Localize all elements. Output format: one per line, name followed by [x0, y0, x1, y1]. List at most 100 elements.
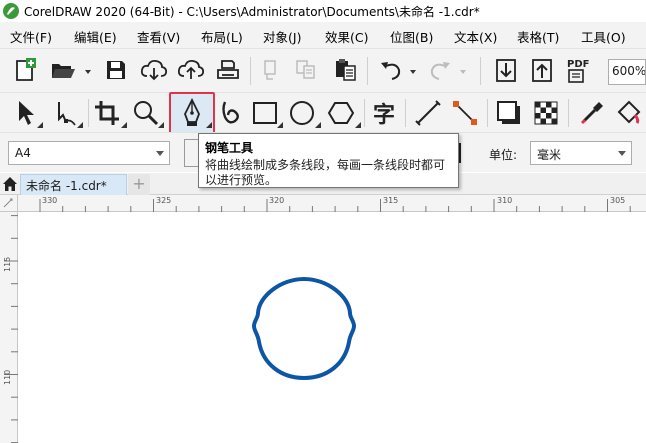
- ellipse-tool-button[interactable]: [287, 98, 317, 128]
- menu-file[interactable]: 文件(F): [10, 27, 52, 46]
- redo-icon: [430, 62, 450, 80]
- menu-layout[interactable]: 布局(L): [201, 27, 243, 46]
- text-tool-icon: 字: [372, 103, 395, 128]
- page-size-value: A4: [15, 146, 31, 160]
- text-tool-button[interactable]: 字: [369, 98, 399, 128]
- print-button[interactable]: [213, 55, 243, 85]
- horizontal-ruler-ticks: [39, 199, 631, 212]
- hexagon-icon: [327, 102, 355, 124]
- tooltip-body: 将曲线绘制成多条线段，每画一条线段时都可以进行预览。: [205, 158, 446, 187]
- copy-button[interactable]: [291, 55, 321, 85]
- cut-button[interactable]: [255, 55, 285, 85]
- parallel-dimension-tool-button[interactable]: [413, 98, 443, 128]
- menu-effects[interactable]: 效果(C): [325, 27, 368, 46]
- pen-nib-icon: [184, 98, 200, 126]
- cut-icon: [264, 60, 276, 80]
- ruler-tick-label: 320: [269, 196, 285, 205]
- menu-tools[interactable]: 工具(O): [581, 27, 626, 46]
- home-icon: [3, 177, 17, 191]
- new-document-button[interactable]: [10, 55, 40, 85]
- ruler-tick-label: 325: [156, 196, 172, 205]
- drawn-head-outline-shape[interactable]: [251, 276, 357, 381]
- import-button[interactable]: [491, 55, 521, 85]
- export-button[interactable]: [527, 55, 557, 85]
- toolbox-separator: [405, 99, 406, 127]
- open-dropdown-arrow-icon[interactable]: [84, 68, 92, 76]
- eyedropper-tool-button[interactable]: [577, 98, 607, 128]
- redo-button[interactable]: [425, 55, 455, 85]
- units-select[interactable]: 毫米: [530, 141, 632, 165]
- drawing-canvas[interactable]: [19, 212, 646, 443]
- undo-icon: [381, 62, 401, 80]
- fill-bucket-icon: [617, 100, 641, 124]
- pen-tool-flyout-icon: [206, 122, 212, 128]
- transparency-tool-button[interactable]: [531, 98, 561, 128]
- pick-arrow-icon: [19, 101, 34, 125]
- connector-tool-button[interactable]: [450, 98, 480, 128]
- toolbox-separator: [487, 99, 488, 127]
- shape-tool-flyout-icon: [77, 122, 83, 128]
- pen-tool-button[interactable]: [177, 98, 207, 128]
- dimension-line-icon: [415, 100, 441, 126]
- title-bar: CorelDRAW 2020 (64-Bit) - C:\Users\Admin…: [0, 0, 646, 22]
- units-label: 单位:: [489, 148, 518, 162]
- ruler-tick-label: 315: [383, 196, 399, 205]
- ruler-tick-label: 305: [610, 196, 626, 205]
- vertical-ruler[interactable]: 115 110: [0, 212, 18, 443]
- print-icon: [217, 60, 239, 79]
- undo-dropdown-arrow-icon[interactable]: [409, 68, 417, 76]
- artistic-media-tool-button[interactable]: [217, 98, 247, 128]
- drop-shadow-tool-button[interactable]: [494, 98, 524, 128]
- standard-toolbar: PDF 600%: [0, 48, 646, 92]
- menu-object[interactable]: 对象(J): [263, 27, 301, 46]
- interactive-fill-tool-button[interactable]: [614, 98, 644, 128]
- crop-tool-flyout-icon: [121, 122, 127, 128]
- open-folder-icon: [52, 64, 75, 78]
- menu-view[interactable]: 查看(V): [137, 27, 180, 46]
- drop-shadow-icon: [497, 101, 520, 124]
- menu-text[interactable]: 文本(X): [454, 27, 497, 46]
- page-size-select[interactable]: A4: [8, 141, 170, 165]
- toolbox-separator: [88, 99, 89, 127]
- document-tab-active[interactable]: 未命名 -1.cdr*: [20, 174, 127, 195]
- crop-icon: [95, 101, 119, 125]
- open-button[interactable]: [48, 55, 78, 85]
- paste-icon: [336, 59, 356, 81]
- toolbar-separator: [367, 57, 368, 85]
- rectangle-tool-flyout-icon: [277, 122, 283, 128]
- ruler-origin-icon: [3, 198, 13, 208]
- pick-tool-flyout-icon: [37, 122, 43, 128]
- coreldraw-app-icon: [3, 3, 19, 19]
- page-orientation-icon[interactable]: [184, 139, 198, 167]
- eyedropper-icon: [580, 102, 603, 125]
- copy-icon: [296, 60, 315, 79]
- pdf-icon: PDF: [567, 59, 589, 83]
- add-document-tab-button[interactable]: +: [128, 174, 150, 195]
- zoom-level-input[interactable]: 600%: [608, 59, 646, 85]
- undo-button[interactable]: [376, 55, 406, 85]
- paste-button[interactable]: [331, 55, 361, 85]
- tooltip-title: 钢笔工具: [205, 141, 254, 155]
- save-button[interactable]: [101, 55, 131, 85]
- menu-bar: 文件(F) 编辑(E) 查看(V) 布局(L) 对象(J) 效果(C) 位图(B…: [0, 22, 646, 48]
- ruler-tick-label: 330: [42, 196, 58, 205]
- publish-pdf-button[interactable]: PDF: [564, 55, 594, 85]
- vertical-ruler-ticks: [4, 215, 18, 443]
- new-document-icon: [16, 58, 36, 81]
- redo-dropdown-arrow-icon[interactable]: [459, 68, 467, 76]
- horizontal-ruler[interactable]: 330 325 320 315 310 305: [18, 195, 646, 212]
- welcome-tab[interactable]: [0, 173, 20, 195]
- toolbox-separator: [364, 99, 365, 127]
- ellipse-icon: [290, 101, 314, 125]
- toolbox-separator: [568, 99, 569, 127]
- menu-bitmaps[interactable]: 位图(B): [390, 27, 433, 46]
- ruler-tick-label: 115: [3, 256, 12, 272]
- cloud-upload-button[interactable]: [176, 55, 206, 85]
- chevron-down-icon: [618, 151, 626, 156]
- menu-table[interactable]: 表格(T): [517, 27, 559, 46]
- polygon-tool-button[interactable]: [326, 98, 356, 128]
- menu-edit[interactable]: 编辑(E): [74, 27, 117, 46]
- cloud-download-button[interactable]: [139, 55, 169, 85]
- crop-tool-button[interactable]: [92, 98, 122, 128]
- ruler-origin[interactable]: [0, 195, 18, 212]
